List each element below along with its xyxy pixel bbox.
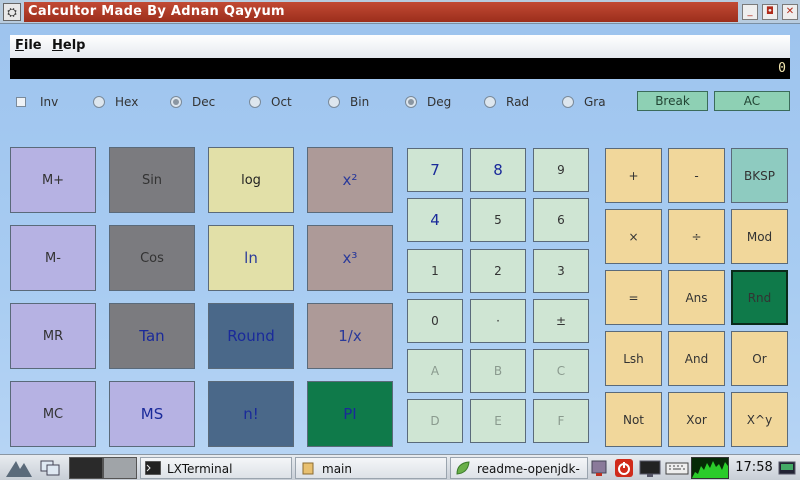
backspace-button[interactable]: BKSP	[731, 148, 788, 203]
result-display: 0	[10, 58, 790, 79]
taskbar-item-label: LXTerminal	[167, 462, 233, 476]
digit-7-button[interactable]: 7	[407, 148, 463, 192]
start-menu-icon[interactable]	[4, 457, 34, 479]
radio-icon	[562, 96, 574, 108]
digit-0-button[interactable]: 0	[407, 299, 463, 343]
desktop-pager-1[interactable]	[69, 457, 103, 479]
m-minus-button[interactable]: M-	[10, 225, 96, 291]
break-button[interactable]: Break	[637, 91, 708, 111]
or-button[interactable]: Or	[731, 331, 788, 386]
mc-button[interactable]: MC	[10, 381, 96, 447]
digit-3-button[interactable]: 3	[533, 249, 589, 293]
menu-bar: File Help	[10, 35, 790, 59]
ln-button[interactable]: ln	[208, 225, 294, 291]
not-button[interactable]: Not	[605, 392, 662, 447]
options-row: Inv Hex Dec Oct Bin Deg Rad Gra Break AC	[0, 91, 800, 115]
divide-button[interactable]: ÷	[668, 209, 725, 264]
digit-2-button[interactable]: 2	[470, 249, 526, 293]
radio-icon	[328, 96, 340, 108]
sin-button[interactable]: Sin	[109, 147, 195, 213]
deg-label: Deg	[427, 95, 452, 109]
mr-button[interactable]: MR	[10, 303, 96, 369]
taskbar-item-lxterminal[interactable]: LXTerminal	[140, 457, 292, 479]
hex-f-button[interactable]: F	[533, 399, 589, 443]
gra-label: Gra	[584, 95, 606, 109]
cos-button[interactable]: Cos	[109, 225, 195, 291]
sign-toggle-button[interactable]: ±	[533, 299, 589, 343]
multiply-button[interactable]: ×	[605, 209, 662, 264]
radio-selected-icon	[170, 96, 182, 108]
log-button[interactable]: log	[208, 147, 294, 213]
leafpad-icon	[456, 461, 470, 475]
reciprocal-button[interactable]: 1/x	[307, 303, 393, 369]
inv-label: Inv	[40, 95, 59, 109]
digit-4-button[interactable]: 4	[407, 198, 463, 242]
show-desktop-icon[interactable]	[38, 457, 64, 479]
title-bar: ⛭ Calcultor Made By Adnan Qayyum _ ◘ ✕	[0, 0, 800, 24]
app-menu-icon[interactable]: ⛭	[3, 3, 21, 21]
lsh-button[interactable]: Lsh	[605, 331, 662, 386]
taskbar-item-main[interactable]: main	[295, 457, 447, 479]
oct-label: Oct	[271, 95, 292, 109]
tan-button[interactable]: Tan	[109, 303, 195, 369]
terminal-icon	[145, 461, 161, 475]
factorial-button[interactable]: n!	[208, 381, 294, 447]
rad-label: Rad	[506, 95, 530, 109]
screen-icon[interactable]	[638, 457, 662, 479]
hex-d-button[interactable]: D	[407, 399, 463, 443]
taskbar-item-readme[interactable]: readme-openjdk-	[450, 457, 588, 479]
equals-button[interactable]: =	[605, 270, 662, 325]
radio-icon	[484, 96, 496, 108]
menu-file[interactable]: File	[15, 38, 42, 53]
digit-8-button[interactable]: 8	[470, 148, 526, 192]
subtract-button[interactable]: -	[668, 148, 725, 203]
clock[interactable]: 17:58	[734, 457, 774, 479]
digit-6-button[interactable]: 6	[533, 198, 589, 242]
rnd-button[interactable]: Rnd	[731, 270, 788, 325]
ans-button[interactable]: Ans	[668, 270, 725, 325]
taskbar: LXTerminal main readme-openjdk- 17:58	[0, 454, 800, 480]
taskbar-item-label: readme-openjdk-	[477, 462, 580, 476]
java-icon	[302, 462, 314, 475]
decimal-point-button[interactable]: ·	[470, 299, 526, 343]
hex-a-button[interactable]: A	[407, 349, 463, 393]
digit-5-button[interactable]: 5	[470, 198, 526, 242]
x-squared-button[interactable]: x²	[307, 147, 393, 213]
pi-button[interactable]: PI	[307, 381, 393, 447]
hex-c-button[interactable]: C	[533, 349, 589, 393]
desktop-pager-2[interactable]	[103, 457, 137, 479]
menu-help[interactable]: Help	[52, 38, 85, 53]
minimize-button[interactable]: _	[742, 4, 758, 20]
mod-button[interactable]: Mod	[731, 209, 788, 264]
add-button[interactable]: +	[605, 148, 662, 203]
radio-selected-icon	[405, 96, 417, 108]
maximize-button[interactable]: ◘	[762, 4, 778, 20]
digit-9-button[interactable]: 9	[533, 148, 589, 192]
xor-button[interactable]: Xor	[668, 392, 725, 447]
dec-label: Dec	[192, 95, 216, 109]
bin-label: Bin	[350, 95, 370, 109]
ac-button[interactable]: AC	[714, 91, 790, 111]
window-title: Calcultor Made By Adnan Qayyum	[24, 2, 738, 22]
logout-icon[interactable]	[613, 457, 635, 479]
digit-1-button[interactable]: 1	[407, 249, 463, 293]
window-list-icon[interactable]	[776, 457, 798, 479]
hex-b-button[interactable]: B	[470, 349, 526, 393]
close-button[interactable]: ✕	[782, 4, 798, 20]
ms-button[interactable]: MS	[109, 381, 195, 447]
power-button[interactable]: X^y	[731, 392, 788, 447]
radio-icon	[93, 96, 105, 108]
x-cubed-button[interactable]: x³	[307, 225, 393, 291]
taskbar-item-label: main	[322, 462, 352, 476]
and-button[interactable]: And	[668, 331, 725, 386]
hex-e-button[interactable]: E	[470, 399, 526, 443]
hex-label: Hex	[115, 95, 139, 109]
keyboard-icon[interactable]	[665, 457, 689, 479]
cpu-monitor-icon	[691, 457, 729, 479]
lock-screen-icon[interactable]	[589, 457, 609, 479]
m-plus-button[interactable]: M+	[10, 147, 96, 213]
round-button[interactable]: Round	[208, 303, 294, 369]
radio-icon	[249, 96, 261, 108]
checkbox-icon	[16, 97, 26, 107]
